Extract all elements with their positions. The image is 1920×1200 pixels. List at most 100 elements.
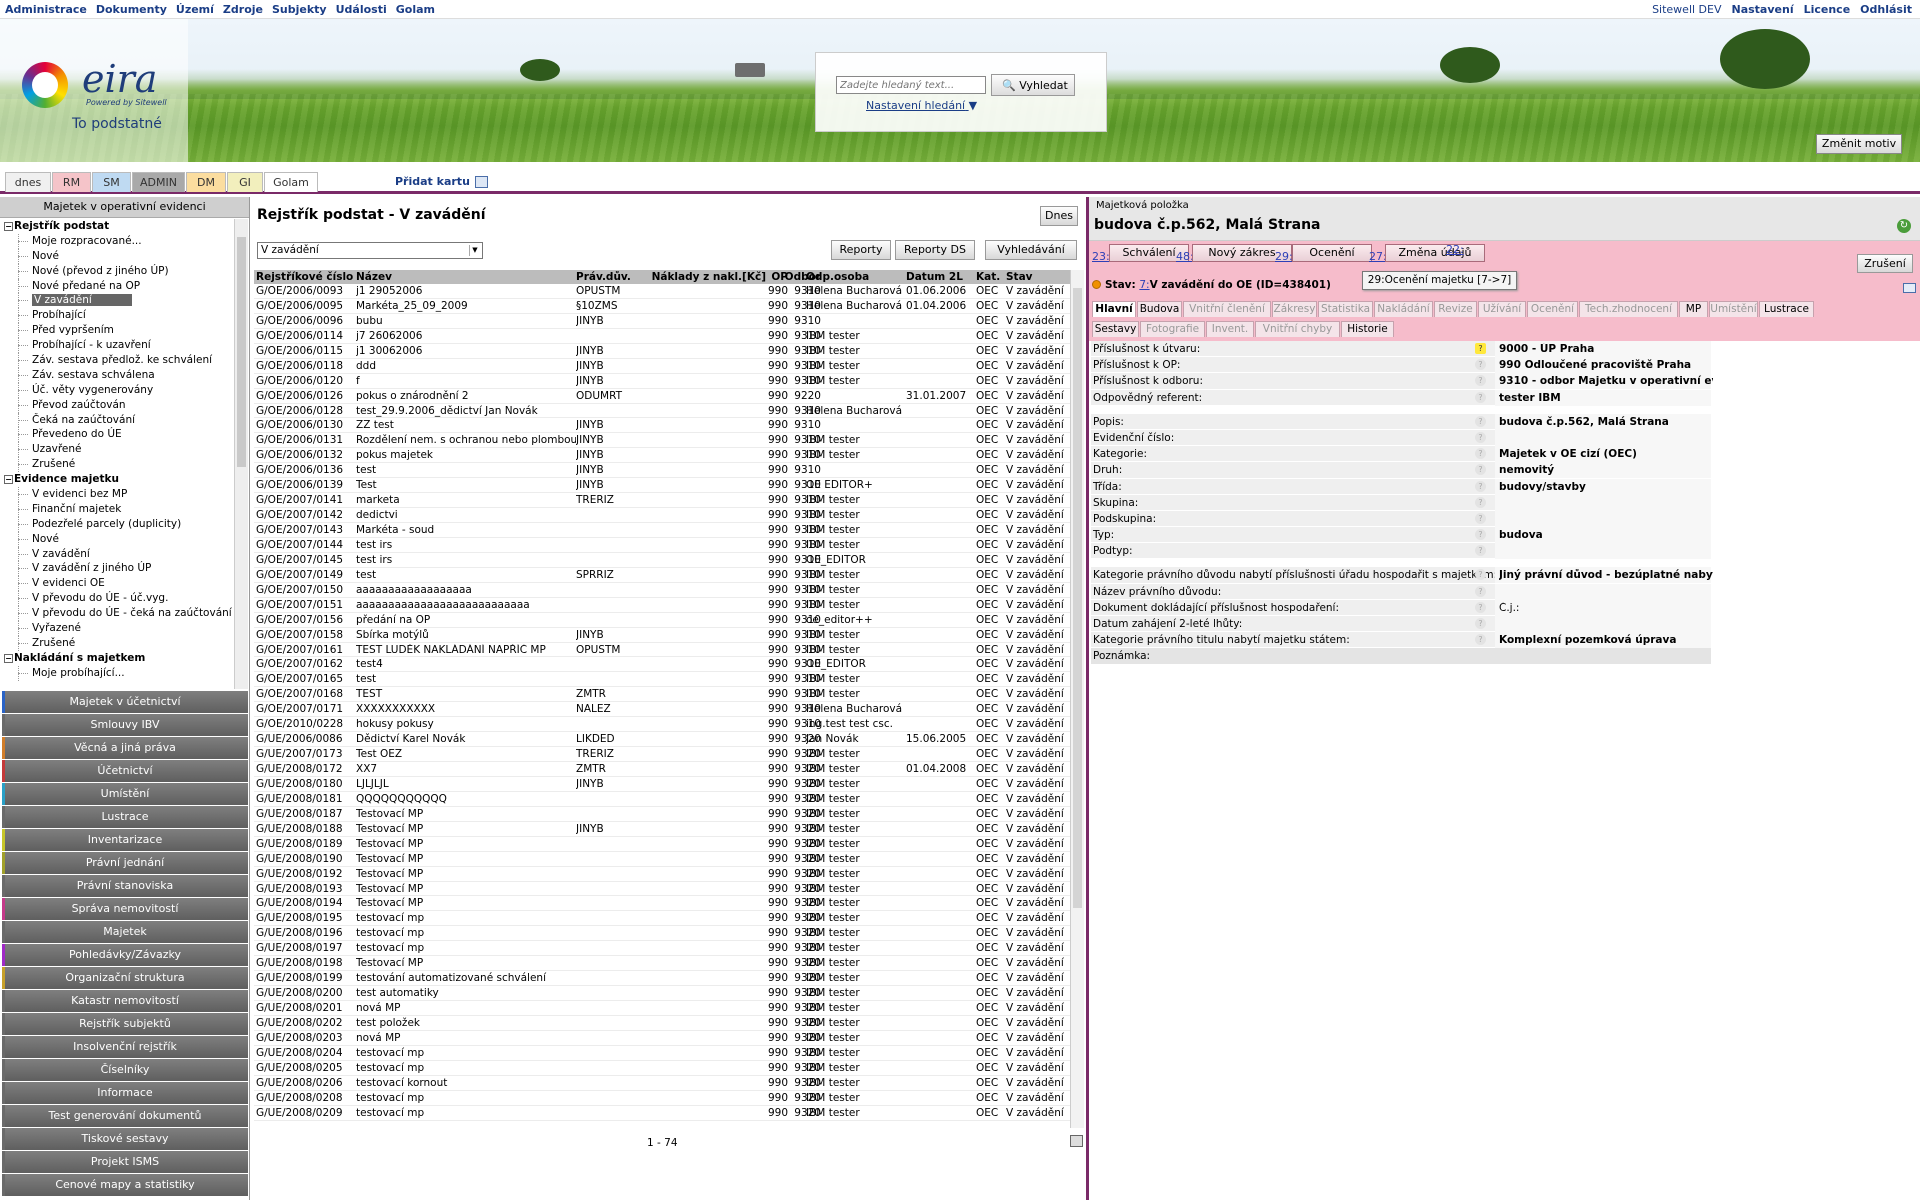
table-row[interactable]: G/OE/2006/0126 pokus o znárodnění 2 ODUMRT… [254, 389, 1070, 404]
tree-item[interactable]: V zavádění [0, 293, 248, 309]
collapse-icon[interactable]: − [4, 222, 13, 231]
top-menu-uzemi[interactable]: Území [176, 3, 214, 16]
detail-tab-invent[interactable]: Invent. [1206, 321, 1254, 337]
tree-item[interactable]: Záv. sestava schválena [0, 367, 248, 383]
module-pohledavky-zavazky[interactable]: Pohledávky/Závazky [2, 944, 248, 967]
tree-item[interactable]: Probíhající - k uzavření [0, 338, 248, 353]
table-row[interactable]: G/UE/2008/0209 testovací mp 990 9320 IBM tes… [254, 1106, 1070, 1121]
table-row[interactable]: G/OE/2007/0142 dedictvi 990 9310 IBM tester O… [254, 508, 1070, 523]
table-row[interactable]: G/UE/2008/0204 testovací mp 990 9320 IBM tes… [254, 1046, 1070, 1061]
workflow-oceneni-button[interactable]: Ocenění [1292, 244, 1372, 262]
tree-item[interactable]: Moje probíhající... [0, 665, 248, 681]
module-inventarizace[interactable]: Inventarizace [2, 829, 248, 852]
table-scrollbar[interactable] [1070, 270, 1084, 1128]
help-icon[interactable]: ? [1475, 634, 1486, 646]
module-pravni-stanoviska[interactable]: Právní stanoviska [2, 875, 248, 898]
cancel-button[interactable]: Zrušení [1857, 254, 1913, 273]
tree-item[interactable]: Před vypršením [0, 323, 248, 339]
collapse-icon[interactable]: − [4, 653, 13, 663]
workflow-step-number[interactable]: 29: [1275, 250, 1293, 263]
module-umisteni[interactable]: Umístění [2, 783, 248, 806]
module-insolvencni-rejstrik[interactable]: Insolvenční rejstřík [2, 1036, 248, 1059]
table-row[interactable]: G/OE/2006/0131 Rozdělení nem. s ochranou … [254, 433, 1070, 449]
table-row[interactable]: G/UE/2008/0198 Testovací MP 990 9320 IBM tes… [254, 956, 1070, 972]
table-row[interactable]: G/UE/2008/0203 nová MP 990 9320 IBM tester OE… [254, 1031, 1070, 1046]
top-menu-administrace[interactable]: Administrace [5, 3, 87, 16]
module-sprava-nemovitosti[interactable]: Správa nemovitostí [2, 898, 248, 921]
save-icon[interactable] [475, 176, 488, 188]
reports-ds-button[interactable]: Reporty DS [895, 240, 975, 260]
detail-tab-uzivani[interactable]: Užívání [1478, 301, 1526, 317]
module-majetek-v-ucetnictvi[interactable]: Majetek v účetnictví [2, 691, 248, 714]
tree-item[interactable]: V převodu do ÚE - úč.vyg. [0, 591, 248, 607]
table-row[interactable]: G/OE/2007/0168 TEST ZMTR 990 9310 IBM tester O… [254, 687, 1070, 703]
table-row[interactable]: G/UE/2008/0196 testovací mp 990 9320 IBM tes… [254, 926, 1070, 942]
module-rejstrik-subjektu[interactable]: Rejstřík subjektů [2, 1013, 248, 1036]
detail-tab-tech-zhodnoceni[interactable]: Tech.zhodnocení [1579, 301, 1678, 317]
eira-logo[interactable]: eira Powered by Sitewell To podstatné [0, 19, 188, 162]
change-theme-button[interactable]: Změnit motiv [1816, 134, 1902, 154]
tree-item[interactable]: Zrušené [0, 457, 248, 473]
refresh-icon[interactable]: ↻ [1897, 219, 1911, 233]
state-filter-select[interactable]: V zavádění ▼ [257, 242, 483, 259]
module-ucetnictvi[interactable]: Účetnictví [2, 760, 248, 783]
search-settings-link[interactable]: Nastavení hledání ▼ [866, 99, 977, 112]
help-icon[interactable]: ? [1475, 375, 1486, 387]
table-row[interactable]: G/OE/2006/0118 ddd JINYB 990 9310 IBM tester O… [254, 359, 1070, 374]
top-menu-nastaveni[interactable]: Nastavení [1732, 3, 1794, 16]
workflow-zmena-udaju-button[interactable]: Změna údajů [1385, 244, 1485, 262]
tree-item[interactable]: V zavádění z jiného ÚP [0, 561, 248, 577]
reports-button[interactable]: Reporty [831, 240, 891, 260]
table-row[interactable]: G/UE/2008/0201 nová MP 990 9320 IBM tester OE… [254, 1001, 1070, 1016]
tree-group[interactable]: − Evidence majetku [0, 472, 248, 487]
tree-item[interactable]: Podezřelé parcely (duplicity) [0, 516, 248, 532]
table-row[interactable]: G/OE/2006/0132 pokus majetek JINYB 990 9310 I… [254, 448, 1070, 464]
table-row[interactable]: G/OE/2006/0114 j7 26062006 990 9310 IBM test… [254, 329, 1070, 344]
print-icon[interactable] [1070, 1135, 1083, 1147]
table-row[interactable]: G/UE/2008/0208 testovací mp 990 9320 IBM tes… [254, 1091, 1070, 1106]
top-menu-zdroje[interactable]: Zdroje [223, 3, 263, 16]
top-menu-dokumenty[interactable]: Dokumenty [96, 3, 167, 16]
table-row[interactable]: G/UE/2008/0180 LJLJLJL JINYB 990 9320 IBM tes… [254, 777, 1070, 792]
table-row[interactable]: G/UE/2008/0193 Testovací MP 990 9320 IBM tes… [254, 882, 1070, 897]
module-cenove-mapy-a-statistiky[interactable]: Cenové mapy a statistiky [2, 1174, 248, 1197]
column-header-rejstrikove-cislo[interactable]: Rejstříkové číslo [256, 271, 356, 283]
tree-item[interactable]: Záv. sestava předlož. ke schválení [0, 353, 248, 368]
tree-group[interactable]: − Nakládání s majetkem [0, 651, 248, 666]
table-row[interactable]: G/OE/2006/0093 j1 29052006 OPUSTM 990 9310 He… [254, 284, 1070, 299]
module-pravni-jednani[interactable]: Právní jednání [2, 852, 248, 875]
module-organizacni-struktura[interactable]: Organizační struktura [2, 967, 248, 990]
tree-item[interactable]: V zavádění [0, 546, 248, 562]
table-row[interactable]: G/OE/2006/0139 Test JINYB 990 9310 OE EDITOR+… [254, 478, 1070, 494]
top-menu-udalosti[interactable]: Události [336, 3, 387, 16]
left-panel-header[interactable]: Majetek v operativní evidenci [0, 197, 249, 218]
table-row[interactable]: G/UE/2008/0206 testovací kornout 990 9320 IB… [254, 1076, 1070, 1091]
table-row[interactable]: G/OE/2006/0130 ZZ test JINYB 990 9310 OEC V za… [254, 418, 1070, 434]
tree-item[interactable]: Nové [0, 248, 248, 264]
table-row[interactable]: G/OE/2006/0115 j1 30062006 JINYB 990 9310 IBM… [254, 344, 1070, 359]
tree-item[interactable]: Probíhající [0, 308, 248, 324]
today-button[interactable]: Dnes [1040, 206, 1078, 226]
search-button[interactable]: 🔍 Vyhledat [991, 74, 1075, 96]
column-header-datum-2l[interactable]: Datum 2L [906, 271, 966, 283]
top-menu-golam[interactable]: Golam [396, 3, 435, 16]
tree-item[interactable]: Úč. věty vygenerovány [0, 382, 248, 398]
detail-tab-umisteni[interactable]: Umístění [1709, 301, 1758, 317]
module-projekt-isms[interactable]: Projekt ISMS [2, 1151, 248, 1174]
help-icon[interactable]: ? [1475, 464, 1486, 476]
help-icon[interactable]: ? [1475, 496, 1486, 508]
tree-item[interactable]: Převedeno do ÚE [0, 427, 248, 443]
tree-item[interactable]: V evidenci bez MP [0, 487, 248, 502]
tree-item[interactable]: Čeká na zaúčtování [0, 412, 248, 428]
table-row[interactable]: G/UE/2008/0189 Testovací MP 990 9320 IBM tes… [254, 837, 1070, 852]
workflow-step-number[interactable]: 23: [1092, 250, 1110, 263]
module-lustrace[interactable]: Lustrace [2, 806, 248, 829]
detail-tab-budova[interactable]: Budova [1137, 301, 1182, 317]
column-header-stav[interactable]: Stav [1006, 271, 1070, 283]
module-informace[interactable]: Informace [2, 1082, 248, 1105]
help-icon[interactable]: ? [1475, 585, 1486, 597]
table-row[interactable]: G/OE/2006/0120 f JINYB 990 9310 IBM tester OEC… [254, 374, 1070, 389]
detail-tab-zakresy[interactable]: Zákresy [1272, 301, 1317, 317]
top-menu-subjekty[interactable]: Subjekty [272, 3, 327, 16]
help-icon[interactable]: ? [1475, 545, 1486, 557]
